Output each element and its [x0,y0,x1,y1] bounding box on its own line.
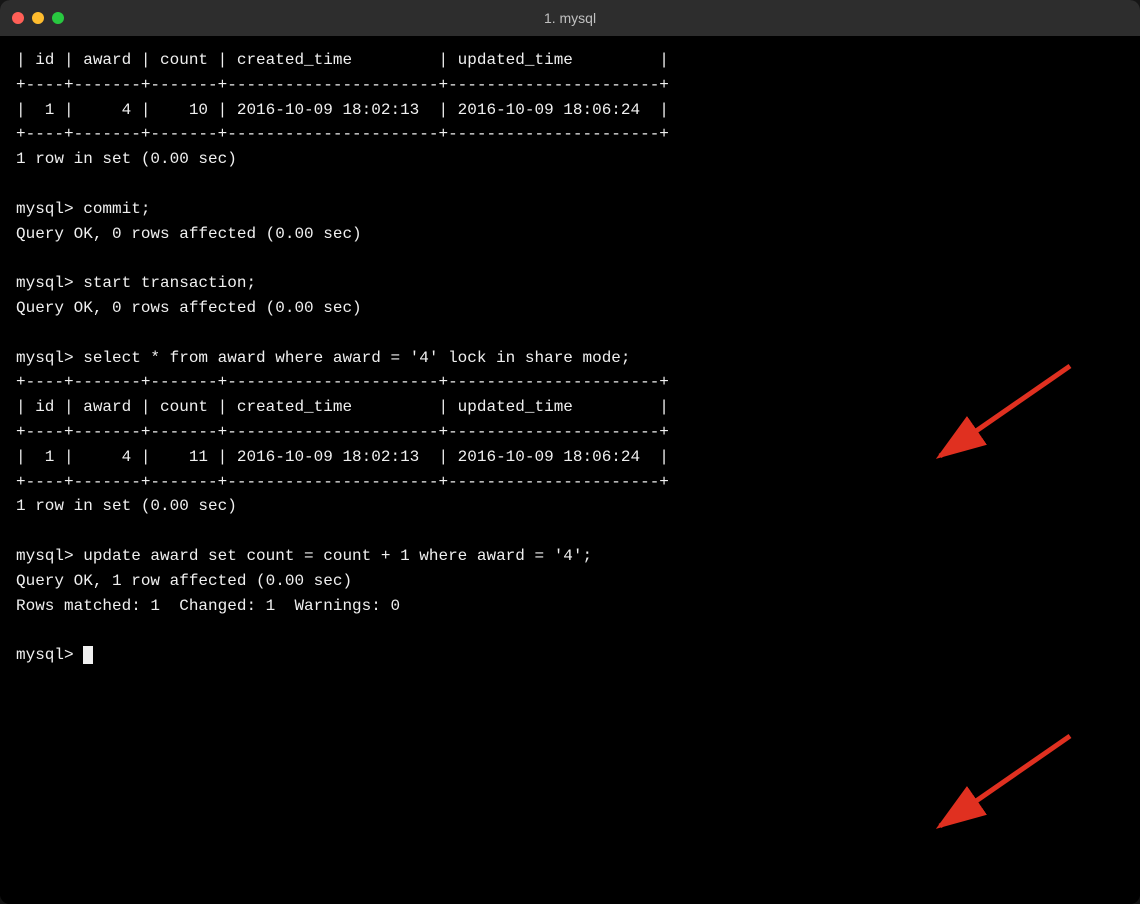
terminal-line: | id | award | count | created_time | up… [16,48,1124,73]
terminal-line: +----+-------+-------+------------------… [16,73,1124,98]
arrow-1 [880,356,1080,476]
terminal-window: 1. mysql | id | award | count | created_… [0,0,1140,904]
title-bar: 1. mysql [0,0,1140,36]
terminal-line: Query OK, 1 row affected (0.00 sec) [16,569,1124,594]
traffic-lights [12,12,64,24]
terminal-line: Query OK, 0 rows affected (0.00 sec) [16,222,1124,247]
terminal-line: 1 row in set (0.00 sec) [16,494,1124,519]
terminal-line: +----+-------+-------+------------------… [16,122,1124,147]
terminal-line: | 1 | 4 | 10 | 2016-10-09 18:02:13 | 201… [16,98,1124,123]
arrow-2 [880,726,1080,846]
terminal-line: mysql> commit; [16,197,1124,222]
terminal-line: Query OK, 0 rows affected (0.00 sec) [16,296,1124,321]
maximize-button[interactable] [52,12,64,24]
terminal-content[interactable]: | id | award | count | created_time | up… [0,36,1140,904]
terminal-line [16,246,1124,271]
terminal-line: 1 row in set (0.00 sec) [16,147,1124,172]
window-title: 1. mysql [544,10,596,26]
terminal-line: mysql> start transaction; [16,271,1124,296]
minimize-button[interactable] [32,12,44,24]
cursor [83,646,93,664]
terminal-line: mysql> update award set count = count + … [16,544,1124,569]
terminal-line [16,321,1124,346]
close-button[interactable] [12,12,24,24]
terminal-line [16,172,1124,197]
terminal-prompt-line[interactable]: mysql> [16,643,1124,668]
terminal-line [16,519,1124,544]
terminal-line: Rows matched: 1 Changed: 1 Warnings: 0 [16,594,1124,619]
terminal-line [16,618,1124,643]
